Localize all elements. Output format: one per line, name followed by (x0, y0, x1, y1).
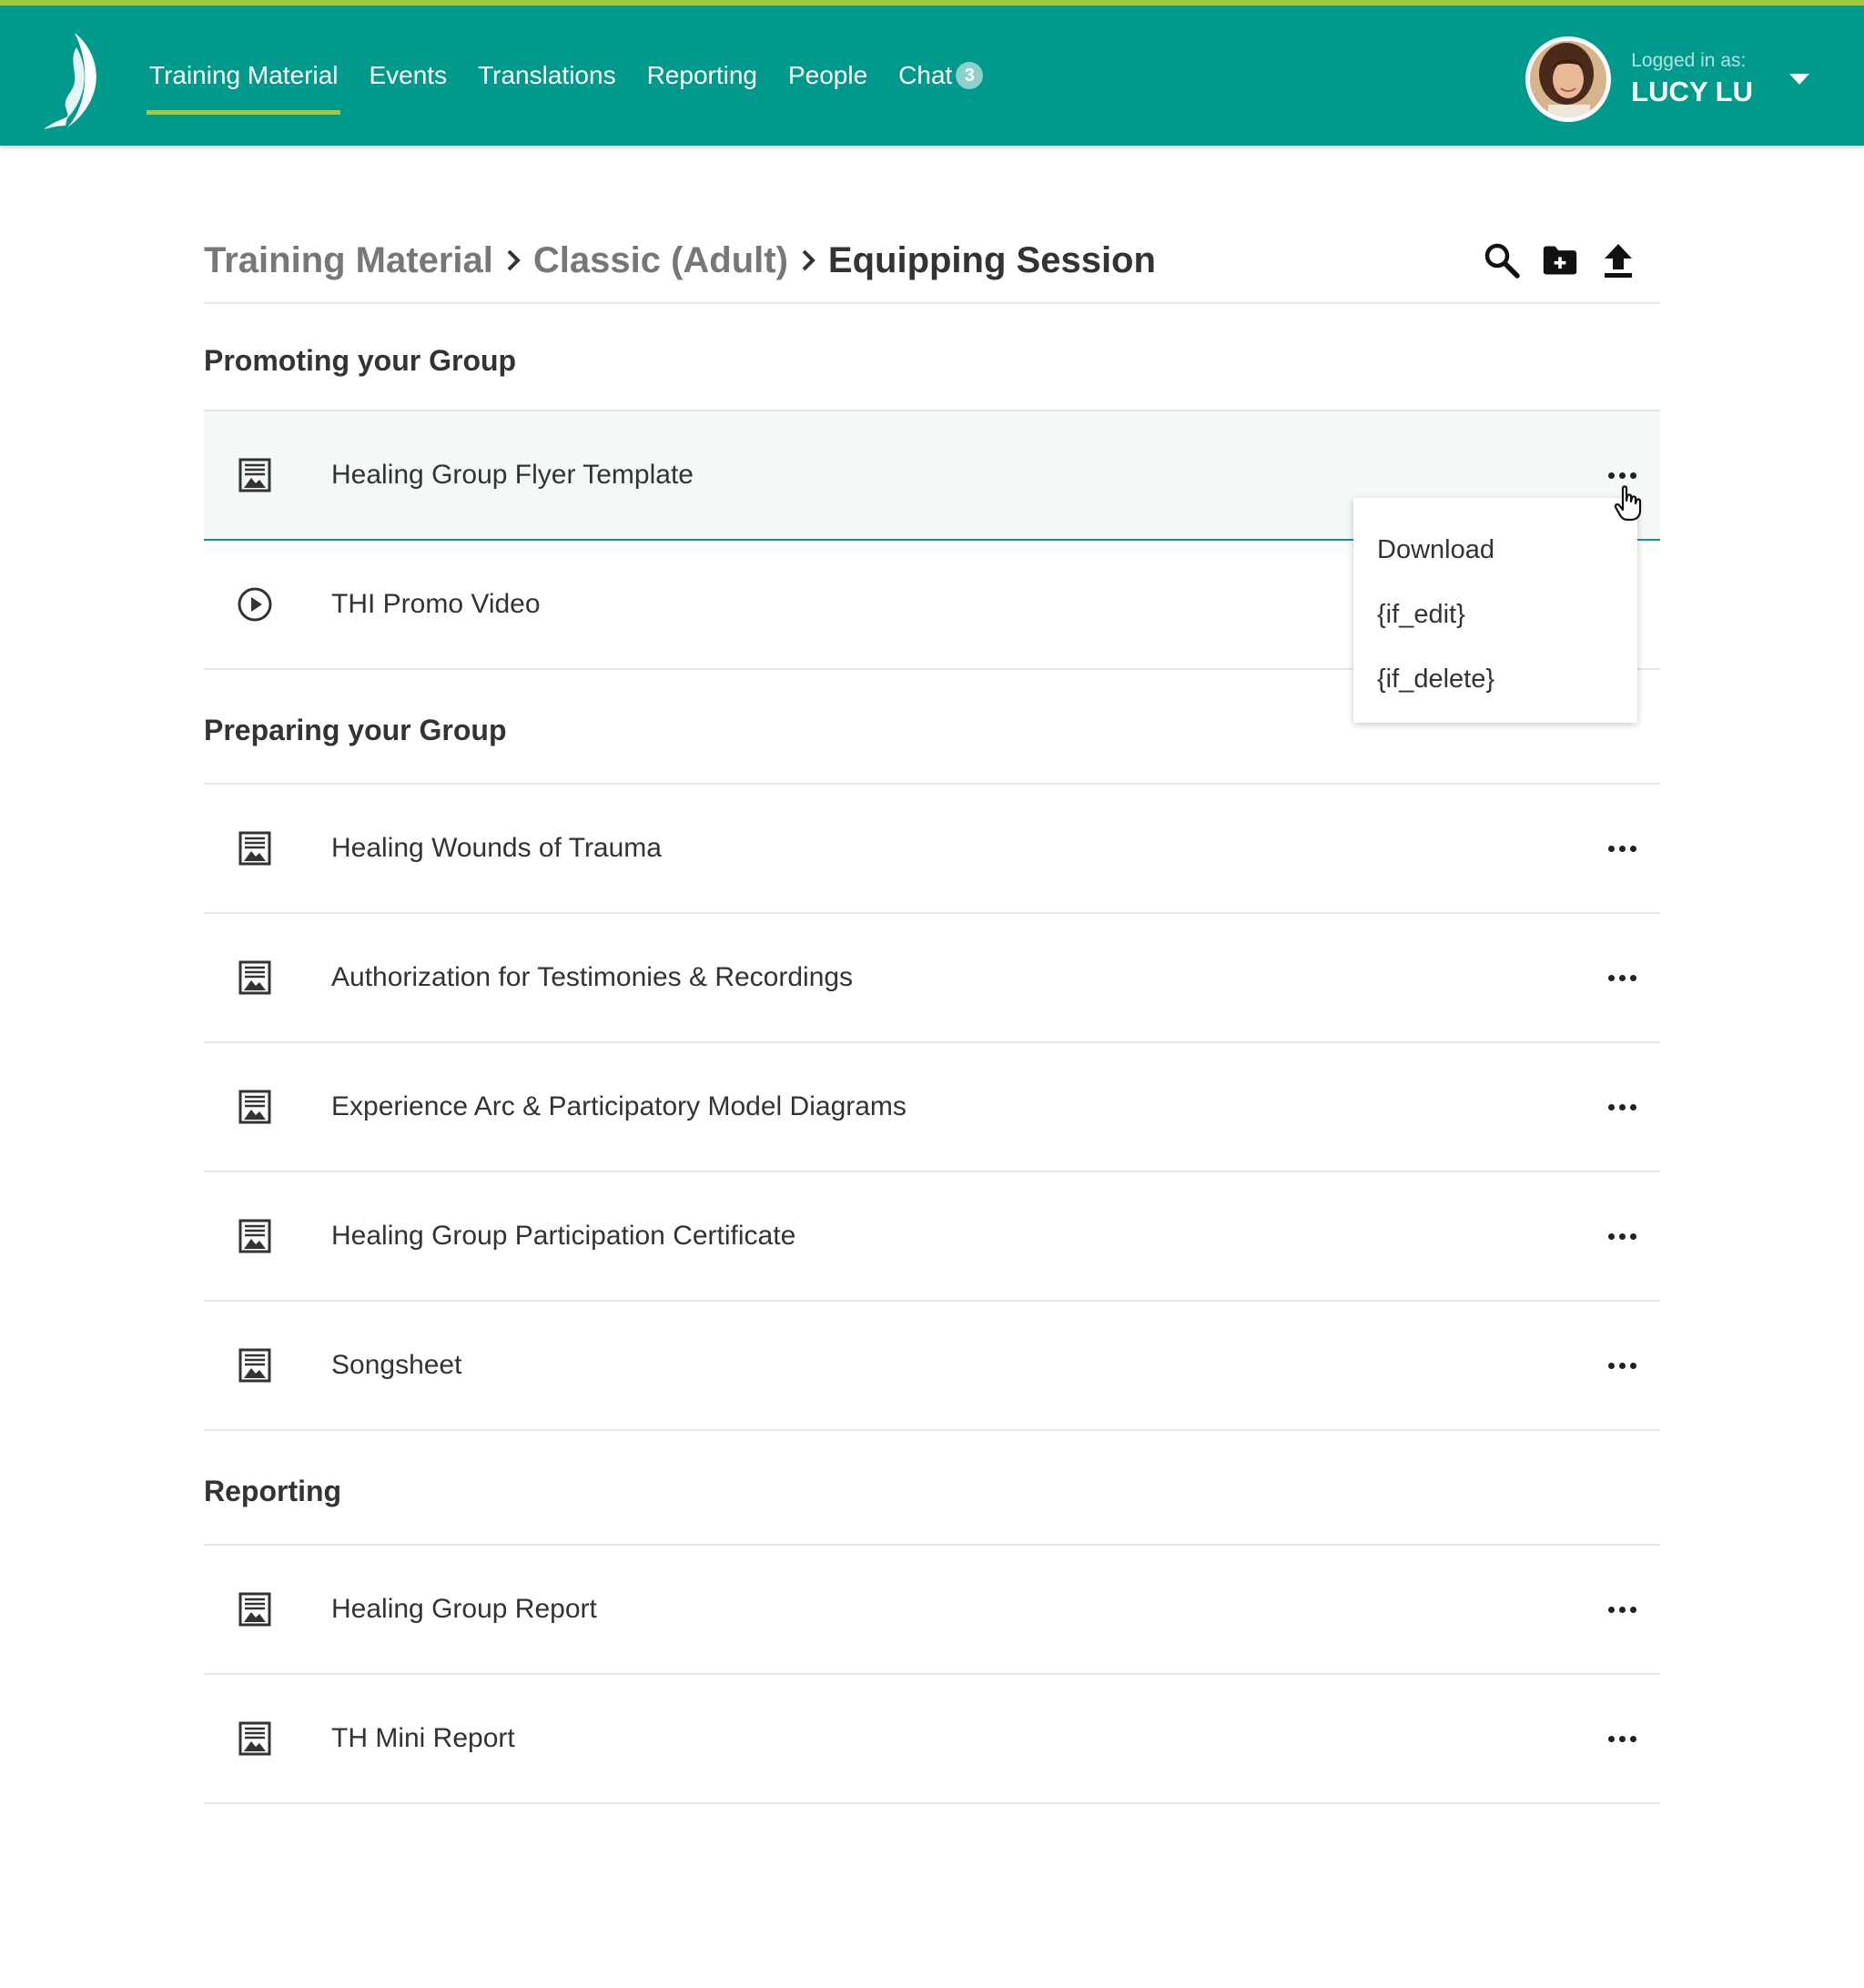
logo-icon[interactable] (40, 29, 111, 131)
user-info: Logged in as: LUCY LU (1631, 50, 1753, 108)
list-item[interactable]: Songsheet (204, 1302, 1660, 1431)
document-image-icon (237, 1591, 273, 1628)
more-options-icon[interactable] (1602, 1725, 1642, 1752)
user-name: LUCY LU (1631, 76, 1753, 107)
item-options-menu: Download {if_edit} {if_delete} (1353, 498, 1637, 723)
more-options-icon[interactable] (1602, 1352, 1642, 1379)
nav-label: Training Material (149, 61, 339, 89)
document-image-icon (237, 959, 273, 996)
nav-label: Chat (898, 61, 953, 89)
document-image-icon (237, 1347, 273, 1384)
document-image-icon (237, 1720, 273, 1757)
item-label[interactable]: Healing Group Participation Certificate (331, 1221, 1602, 1252)
user-menu[interactable]: Logged in as: LUCY LU (1525, 36, 1809, 122)
play-circle-icon (237, 586, 273, 623)
item-label[interactable]: Authorization for Testimonies & Recordin… (331, 962, 1602, 993)
nav-label: Reporting (646, 61, 757, 89)
nav-chat[interactable]: Chat 3 (898, 5, 984, 146)
item-label[interactable]: Healing Group Flyer Template (331, 460, 1602, 491)
item-label[interactable]: TH Mini Report (331, 1723, 1602, 1754)
chevron-right-icon (788, 248, 828, 273)
list-item[interactable]: Healing Group Participation Certificate (204, 1172, 1660, 1302)
upload-icon[interactable] (1600, 242, 1636, 279)
main-nav: Training Material Events Translations Re… (146, 5, 1014, 146)
list-item[interactable]: TH Mini Report (204, 1675, 1660, 1804)
document-image-icon (237, 1089, 273, 1125)
menu-item-edit[interactable]: {if_edit} (1353, 583, 1637, 647)
menu-item-delete[interactable]: {if_delete} (1353, 647, 1637, 712)
chevron-right-icon (493, 248, 533, 273)
nav-label: Translations (478, 61, 616, 89)
top-navbar: Training Material Events Translations Re… (0, 0, 1864, 146)
nav-reporting[interactable]: Reporting (647, 5, 757, 146)
breadcrumb-training-material[interactable]: Training Material (204, 240, 493, 281)
document-image-icon (237, 1218, 273, 1254)
section-title: Reporting (204, 1431, 1660, 1546)
nav-people[interactable]: People (788, 5, 867, 146)
nav-translations[interactable]: Translations (478, 5, 615, 146)
chevron-down-icon[interactable] (1789, 74, 1809, 85)
item-label[interactable]: Experience Arc & Participatory Model Dia… (331, 1091, 1602, 1122)
main-content: Training Material Classic (Adult) Equipp… (204, 218, 1660, 1804)
more-options-icon[interactable] (1602, 964, 1642, 991)
item-label[interactable]: Healing Group Report (331, 1594, 1602, 1625)
list-item[interactable]: Authorization for Testimonies & Recordin… (204, 914, 1660, 1043)
new-folder-icon[interactable] (1542, 242, 1578, 279)
breadcrumb-equipping-session: Equipping Session (827, 239, 1156, 280)
document-image-icon (237, 457, 273, 493)
breadcrumb-header: Training Material Classic (Adult) Equipp… (204, 218, 1660, 304)
hand-cursor-icon (1614, 485, 1642, 522)
item-label[interactable]: Healing Wounds of Trauma (331, 833, 1602, 864)
more-options-icon[interactable] (1602, 835, 1642, 862)
nav-training-material[interactable]: Training Material (146, 5, 341, 146)
list-item[interactable]: Experience Arc & Participatory Model Dia… (204, 1043, 1660, 1172)
item-label[interactable]: Songsheet (331, 1350, 1602, 1381)
more-options-icon[interactable] (1602, 1596, 1642, 1623)
list-item[interactable]: Healing Wounds of Trauma (204, 785, 1660, 914)
document-image-icon (237, 830, 273, 867)
breadcrumb: Training Material Classic (Adult) Equipp… (204, 240, 1156, 281)
nav-label: People (787, 61, 868, 89)
toolbar (1484, 242, 1636, 279)
menu-item-download[interactable]: Download (1353, 518, 1637, 583)
breadcrumb-classic-adult[interactable]: Classic (Adult) (533, 240, 788, 281)
nav-events[interactable]: Events (369, 5, 447, 146)
search-icon[interactable] (1484, 242, 1520, 279)
section-title: Promoting your Group (204, 304, 1660, 411)
more-options-icon[interactable] (1602, 1093, 1642, 1121)
avatar-photo-icon (1530, 41, 1607, 117)
logged-in-label: Logged in as: (1631, 50, 1747, 71)
more-options-icon[interactable] (1602, 1222, 1642, 1250)
nav-label: Events (369, 61, 448, 89)
list-item[interactable]: Healing Group Report (204, 1546, 1660, 1675)
avatar[interactable] (1525, 36, 1612, 122)
chat-unread-badge: 3 (956, 62, 984, 89)
